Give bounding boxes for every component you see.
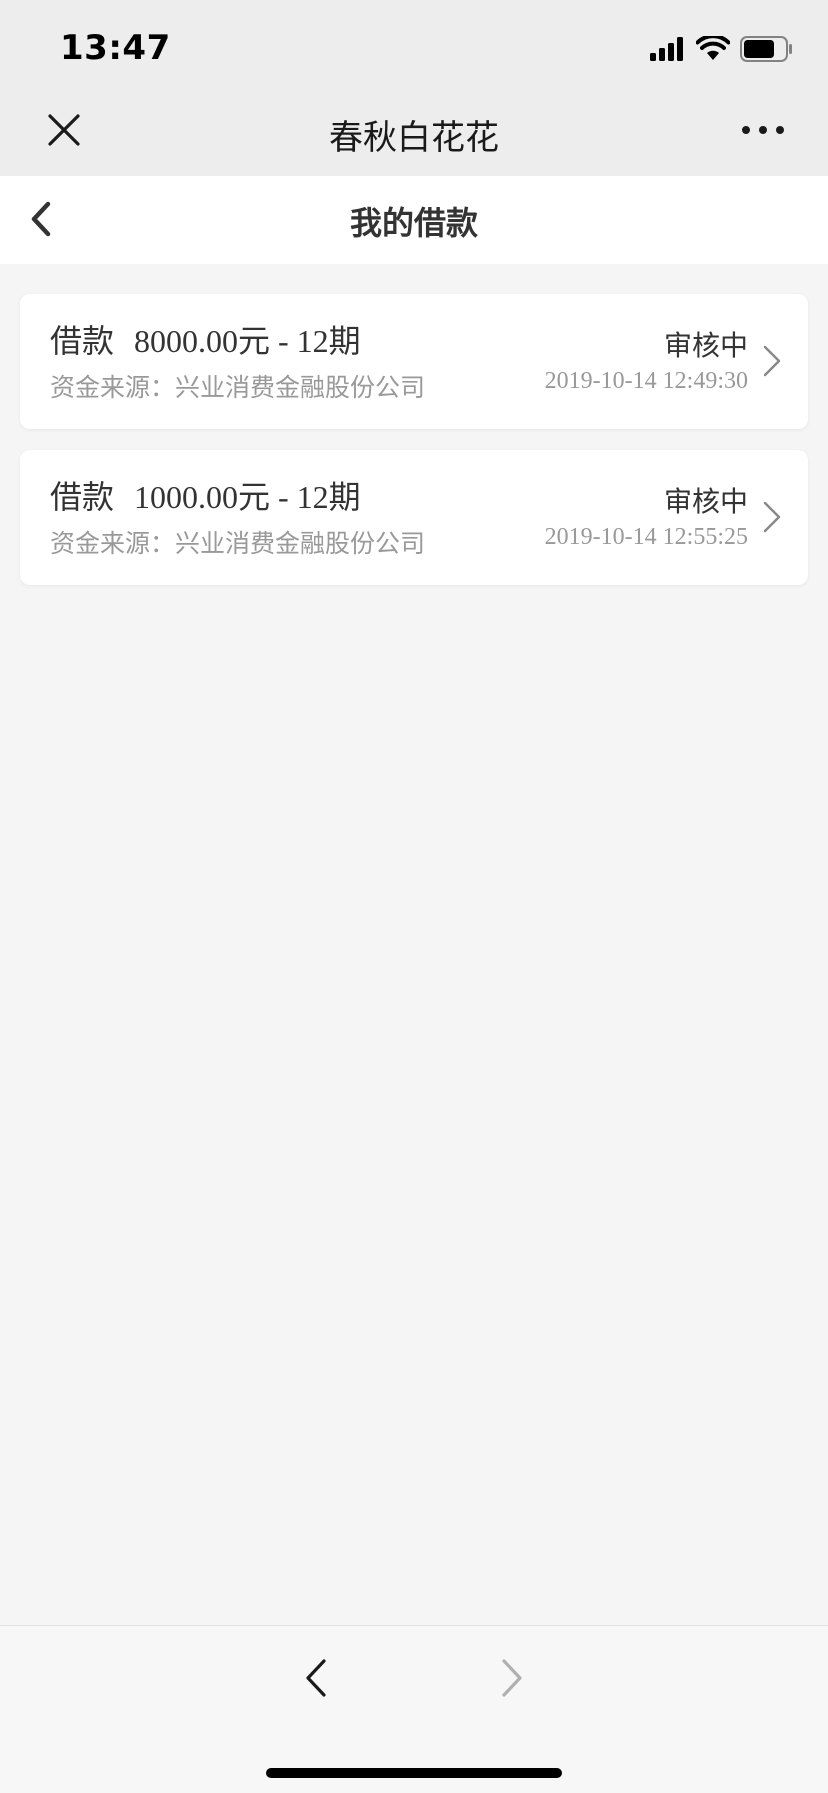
status-bar: 13:47: [0, 0, 828, 88]
loan-source: 资金来源：兴业消费金融股份公司: [50, 373, 426, 402]
chevron-right-icon: [763, 345, 781, 377]
home-indicator[interactable]: [266, 1768, 562, 1778]
loan-time: 2019-10-14 12:49:30: [544, 368, 748, 394]
loan-status: 审核中: [663, 485, 748, 518]
status-time: 13:47: [60, 28, 171, 68]
browser-forward-button[interactable]: [496, 1656, 528, 1700]
app-title: 春秋白花花: [329, 118, 499, 158]
signal-icon: [650, 37, 683, 61]
browser-bottom-bar: [0, 1625, 828, 1793]
loan-amount: 1000.00元 - 12期: [134, 479, 361, 515]
chevron-right-icon: [763, 501, 781, 533]
nav-forward-icon: [502, 1659, 522, 1697]
loan-summary: 借款 1000.00元 - 12期: [50, 472, 361, 518]
more-icon: [742, 126, 784, 134]
loan-amount: 8000.00元 - 12期: [134, 323, 361, 359]
loan-status: 审核中: [663, 329, 748, 362]
top-nav-bar: 春秋白花花: [0, 88, 828, 176]
loan-card[interactable]: 借款 1000.00元 - 12期 资金来源：兴业消费金融股份公司 审核中 201…: [20, 450, 808, 585]
loan-time: 2019-10-14 12:55:25: [544, 524, 748, 550]
page-header: 我的借款: [0, 176, 828, 264]
loan-label: 借款: [50, 479, 115, 515]
loan-summary: 借款 8000.00元 - 12期: [50, 316, 361, 362]
nav-back-icon: [306, 1659, 326, 1697]
loan-list: 借款 8000.00元 - 12期 资金来源：兴业消费金融股份公司 审核中 201…: [20, 294, 808, 606]
battery-icon: [740, 36, 792, 62]
loan-source: 资金来源：兴业消费金融股份公司: [50, 529, 426, 558]
loan-card[interactable]: 借款 8000.00元 - 12期 资金来源：兴业消费金融股份公司 审核中 201…: [20, 294, 808, 429]
wifi-icon: [696, 36, 730, 60]
more-button[interactable]: [738, 118, 788, 142]
status-icons: [650, 34, 794, 64]
loan-label: 借款: [50, 323, 115, 359]
browser-back-button[interactable]: [300, 1656, 332, 1700]
page-title: 我的借款: [349, 204, 478, 242]
